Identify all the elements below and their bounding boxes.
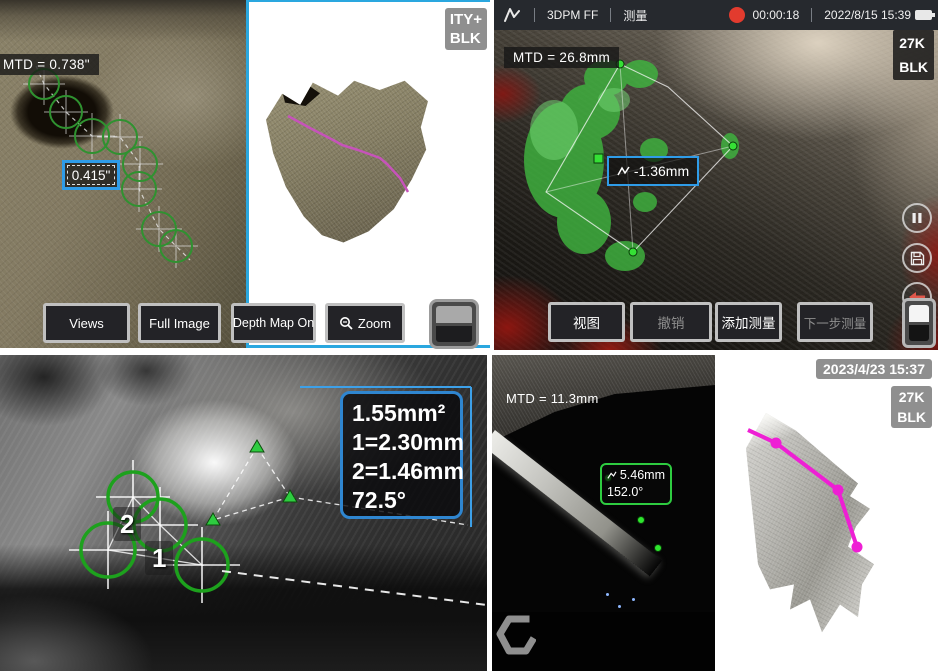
badge-line: 27K bbox=[899, 31, 928, 55]
measurement-results-box[interactable]: 1.55mm² 1=2.30mm 2=1.46mm 72.5° bbox=[340, 391, 463, 519]
status-bar: 3DPM FF 测量 00:00:18 2022/8/15 15:39 bbox=[494, 0, 938, 30]
angle-value: 152.0° bbox=[607, 484, 665, 501]
menu-tab-label[interactable]: 测量 bbox=[623, 7, 647, 24]
depth-value: -1.36mm bbox=[634, 163, 689, 179]
save-icon bbox=[910, 251, 925, 266]
badge-line: BLK bbox=[450, 29, 482, 48]
panel-inch-measurement: MTD = 0.738" 0.415" ITY+ BLK Views Full … bbox=[0, 0, 490, 350]
temperature-mode-badge: 27K BLK bbox=[891, 386, 932, 428]
length-angle-result-box[interactable]: 5.46mm 152.0° bbox=[600, 463, 672, 505]
datetime-label: 2022/8/15 15:39 bbox=[824, 8, 911, 22]
divider bbox=[811, 8, 812, 22]
reflection-dot bbox=[632, 598, 635, 601]
divider bbox=[534, 8, 535, 22]
toggle-top-pane bbox=[909, 305, 929, 322]
badge-line: ITY+ bbox=[450, 10, 482, 29]
point-cloud-view[interactable]: 2023/4/23 15:37 27K BLK bbox=[715, 355, 938, 671]
toggle-bottom-pane bbox=[909, 325, 929, 342]
measurement-cursor-point[interactable] bbox=[637, 516, 645, 524]
image-mode-badge: ITY+ BLK bbox=[445, 8, 487, 50]
multi-segment-measurement-overlay bbox=[0, 0, 246, 348]
full-image-button[interactable]: Full Image bbox=[138, 303, 221, 343]
battery-icon bbox=[915, 10, 932, 20]
blade-inspection-image: MTD = 11.3mm 5.46mm 152.0° bbox=[492, 355, 715, 671]
divider bbox=[610, 8, 611, 22]
mtd-readout: MTD = 0.738" bbox=[0, 54, 99, 75]
angle-cursor-points[interactable] bbox=[206, 440, 297, 525]
cursor-label-1: 1 bbox=[145, 541, 173, 575]
screenshot-canvas: MTD = 0.738" 0.415" ITY+ BLK Views Full … bbox=[0, 0, 938, 671]
badge-line: 27K bbox=[897, 387, 926, 407]
magnifier-icon bbox=[339, 316, 353, 330]
length-measure-icon bbox=[607, 470, 617, 481]
live-inspection-image: MTD = 0.738" 0.415" bbox=[0, 0, 246, 348]
pause-icon bbox=[911, 212, 923, 224]
split-screen-toggle[interactable] bbox=[429, 299, 479, 349]
panel-metric-measurement: 3DPM FF 测量 00:00:18 2022/8/15 15:39 bbox=[494, 0, 938, 350]
views-button-cn[interactable]: 视图 bbox=[548, 302, 625, 342]
zoom-button[interactable]: Zoom bbox=[325, 303, 405, 343]
length2-result: 2=1.46mm bbox=[352, 457, 451, 486]
mtd-readout: MTD = 26.8mm bbox=[504, 47, 619, 68]
record-time: 00:00:18 bbox=[753, 8, 800, 22]
depth-result-box[interactable]: -1.36mm bbox=[607, 156, 699, 186]
temperature-mode-badge: 27K BLK bbox=[893, 30, 934, 80]
reflection-dot bbox=[618, 605, 621, 608]
profile-line-overlay bbox=[249, 2, 490, 345]
brand-logo-icon bbox=[502, 6, 522, 24]
reflection-dot bbox=[606, 593, 609, 596]
mtd-readout: MTD = 11.3mm bbox=[506, 391, 599, 406]
measurement-cursor-point[interactable] bbox=[654, 544, 662, 552]
pause-button[interactable] bbox=[902, 203, 932, 233]
undo-button-cn[interactable]: 撤销 bbox=[630, 302, 712, 342]
zoom-button-label: Zoom bbox=[358, 316, 391, 331]
depth-map-button[interactable]: Depth Map On bbox=[231, 303, 316, 343]
length1-result: 1=2.30mm bbox=[352, 428, 451, 457]
views-button[interactable]: Views bbox=[43, 303, 130, 343]
point-cloud-view[interactable]: ITY+ BLK bbox=[246, 0, 490, 348]
badge-line: BLK bbox=[897, 407, 926, 427]
timestamp-badge: 2023/4/23 15:37 bbox=[816, 359, 932, 379]
toggle-top-pane bbox=[436, 306, 472, 323]
badge-line: BLK bbox=[899, 55, 928, 79]
length-result-box[interactable]: 0.415" bbox=[62, 160, 120, 190]
length-value: 5.46mm bbox=[620, 467, 665, 484]
depth-measure-icon bbox=[617, 165, 630, 177]
cursor-label-2: 2 bbox=[113, 507, 141, 541]
toggle-bottom-pane bbox=[436, 326, 472, 343]
vendor-logo-icon bbox=[496, 613, 536, 657]
add-measurement-button-cn[interactable]: 添加测量 bbox=[715, 302, 782, 342]
next-measurement-button-cn[interactable]: 下一步测量 bbox=[797, 302, 873, 342]
angle-result: 72.5° bbox=[352, 486, 451, 515]
panel-area-angle-measurement: 2 1 1.55mm² 1=2.30mm 2=1.46mm 72.5° bbox=[0, 355, 487, 671]
panel-length-angle-measurement: MTD = 11.3mm 5.46mm 152.0° bbox=[492, 355, 938, 671]
area-result: 1.55mm² bbox=[352, 399, 451, 428]
split-screen-toggle[interactable] bbox=[902, 298, 936, 348]
measure-mode-label: 3DPM FF bbox=[547, 8, 598, 22]
record-indicator-icon bbox=[729, 7, 745, 23]
save-button[interactable] bbox=[902, 243, 932, 273]
